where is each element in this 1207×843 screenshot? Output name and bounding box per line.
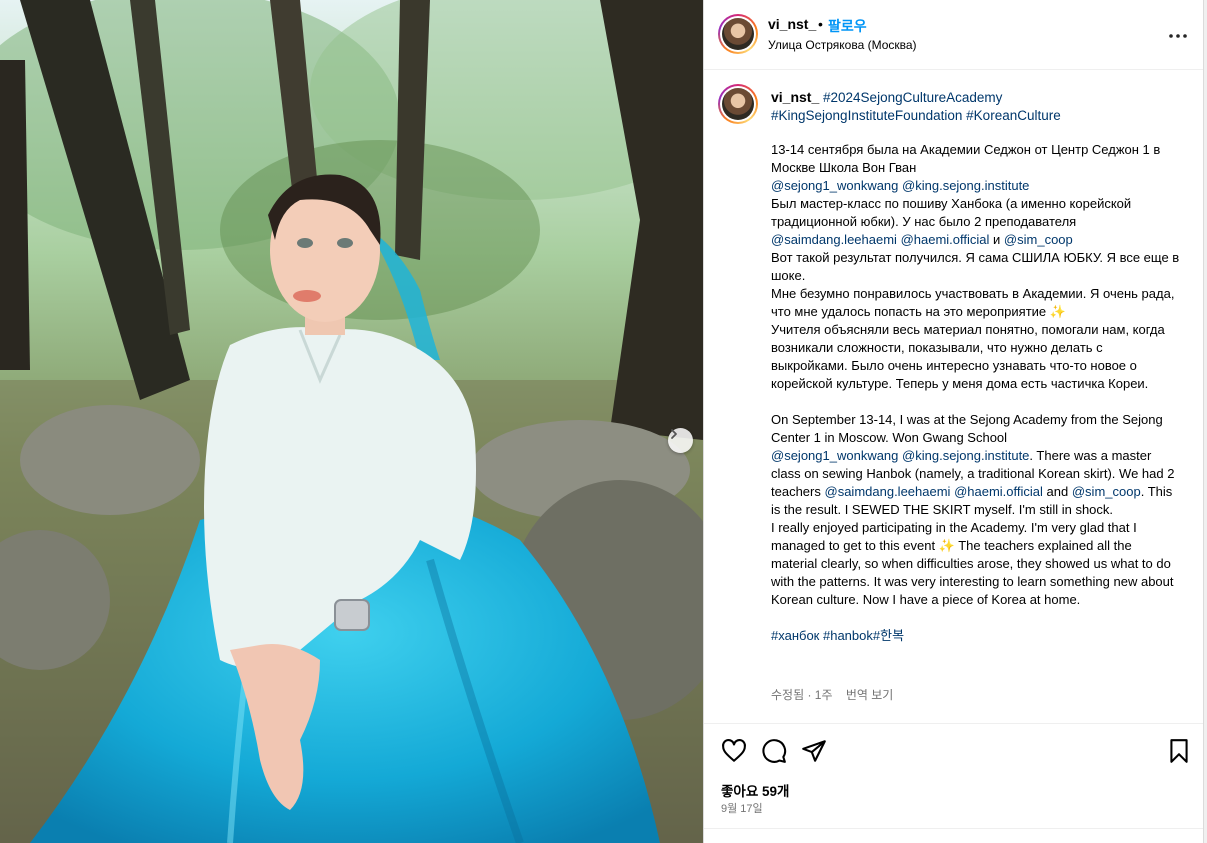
avatar[interactable]: [718, 14, 758, 54]
edited-timestamp: 수정됨 · 1주: [771, 688, 833, 702]
caption-text: 13-14 сентября была на Академии Седжон о…: [771, 142, 1183, 643]
username-link[interactable]: vi_nst_: [768, 16, 816, 32]
right-edge: [1203, 0, 1207, 843]
caption-paragraph: I really enjoyed participating in the Ac…: [771, 520, 1178, 607]
mention-link[interactable]: @sim_coop: [1004, 232, 1073, 247]
comment-icon[interactable]: [761, 738, 787, 764]
post-sidebar: vi_nst_ • 팔로우 Улица Острякова (Москва) v…: [703, 0, 1205, 843]
caption-paragraph: On September 13-14, I was at the Sejong …: [771, 412, 1167, 445]
caption-paragraph: 13-14 сентября была на Академии Седжон о…: [771, 142, 1164, 175]
caption-paragraph: Мне безумно понравилось участвовать в Ак…: [771, 286, 1179, 319]
caption-meta: 수정됨 · 1주 번역 보기: [771, 686, 903, 703]
mention-link[interactable]: @king.sejong.institute: [902, 178, 1029, 193]
mention-link[interactable]: @saimdang.leehaemi: [771, 232, 897, 247]
chevron-right-icon: [671, 429, 677, 439]
location-link[interactable]: Улица Острякова (Москва): [768, 38, 917, 52]
mention-link[interactable]: @sejong1_wonkwang: [771, 448, 898, 463]
photo-illustration: [0, 0, 703, 843]
mention-link[interactable]: @king.sejong.institute: [902, 448, 1029, 463]
hashtag[interactable]: #KoreanCulture: [966, 108, 1061, 123]
separator-dot: •: [818, 16, 823, 32]
translate-link[interactable]: 번역 보기: [846, 688, 894, 702]
mention-link[interactable]: @sim_coop: [1072, 484, 1141, 499]
heart-icon[interactable]: [721, 738, 747, 764]
comment-bar[interactable]: [704, 828, 1205, 843]
mention-link[interactable]: @sejong1_wonkwang: [771, 178, 898, 193]
hashtag[interactable]: #ханбок: [771, 628, 819, 643]
caption-word: and: [1046, 484, 1069, 499]
caption-area: vi_nst_ #2024SejongCultureAcademy #KingS…: [704, 71, 1205, 723]
hashtag[interactable]: #2024SejongCultureAcademy: [823, 90, 1002, 105]
hashtag[interactable]: #hanbok: [823, 628, 873, 643]
caption-header: vi_nst_ #2024SejongCultureAcademy #KingS…: [771, 88, 1191, 125]
post-date: 9월 17일: [721, 803, 763, 815]
next-image-button[interactable]: [668, 428, 693, 453]
avatar[interactable]: [718, 84, 758, 124]
caption-paragraph: Вот такой результат получился. Я сама СШ…: [771, 250, 1183, 283]
caption-username[interactable]: vi_nst_: [771, 89, 819, 105]
action-bar: 좋아요 59개 9월 17일: [704, 723, 1205, 843]
like-count[interactable]: 좋아요 59개: [721, 780, 789, 800]
post-photo[interactable]: [0, 0, 703, 843]
post-header: vi_nst_ • 팔로우 Улица Острякова (Москва): [704, 0, 1205, 70]
caption-word: и: [993, 232, 1001, 247]
hashtag[interactable]: #한복: [873, 628, 904, 643]
more-horizontal-icon[interactable]: [1166, 24, 1190, 48]
bookmark-icon[interactable]: [1166, 738, 1192, 764]
share-icon[interactable]: [801, 738, 827, 764]
mention-link[interactable]: @haemi.official: [901, 232, 990, 247]
caption-paragraph: Был мастер-класс по пошиву Ханбока (а им…: [771, 196, 1135, 229]
mention-link[interactable]: @haemi.official: [954, 484, 1043, 499]
hashtag[interactable]: #KingSejongInstituteFoundation: [771, 108, 962, 123]
caption-paragraph: Учителя объясняли весь материал понятно,…: [771, 322, 1169, 391]
follow-button[interactable]: 팔로우: [828, 16, 867, 36]
mention-link[interactable]: @saimdang.leehaemi: [825, 484, 951, 499]
